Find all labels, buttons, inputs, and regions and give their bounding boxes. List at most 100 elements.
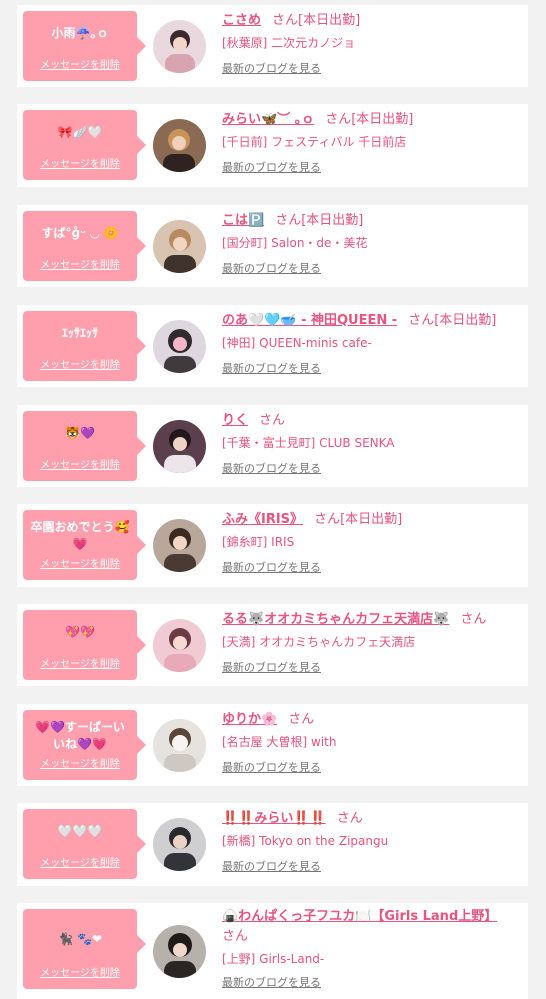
avatar[interactable] <box>153 519 206 572</box>
girl-info: ふみ《IRIS》 さん[本日出勤] [錦糸町] IRIS 最新のブログを見る <box>222 510 522 576</box>
list-item: 🐯💜 メッセージを削除 りく さん [千葉・富士見町] CLUB SENKA 最新… <box>17 405 528 487</box>
avatar[interactable] <box>153 925 206 978</box>
view-blog-link[interactable]: 最新のブログを見る <box>222 461 321 477</box>
girl-info: ゆりか🌸 さん [名古屋 大曽根] with 最新のブログを見る <box>222 710 522 776</box>
delete-message-link[interactable]: メッセージを削除 <box>23 356 137 371</box>
avatar[interactable] <box>153 619 206 672</box>
list-item: 💖💖 メッセージを削除 るる🐺オオカミちゃんカフェ天満店🐺 さん [天満] オオカ… <box>17 604 528 686</box>
message-text: 卒園おめでとう🥰 💗 <box>30 520 130 551</box>
girl-info: るる🐺オオカミちゃんカフェ天満店🐺 さん [天満] オオカミちゃんカフェ天満店 最… <box>222 610 522 676</box>
status-text: さん <box>460 612 487 627</box>
shop-name: [千日前] フェスティバル 千日前店 <box>222 135 407 149</box>
view-blog-link[interactable]: 最新のブログを見る <box>222 760 321 776</box>
avatar[interactable] <box>153 220 206 273</box>
list-item: 小雨☔️｡ｏ メッセージを削除 こさめ さん[本日出勤] [秋葉原] 二次元カノジ… <box>17 5 528 87</box>
name-line: こさめ さん[本日出勤] <box>222 11 522 31</box>
delete-message-link[interactable]: メッセージを削除 <box>23 56 137 71</box>
status-text: さん[本日出勤] <box>275 213 364 228</box>
list-item: すぱ°ɡ̊ᵕ ◡ 🌼 メッセージを削除 こは🅿️ さん[本日出勤] [国分町] S… <box>17 205 528 287</box>
message-text: 💖💖 <box>65 625 95 639</box>
view-blog-link[interactable]: 最新のブログを見る <box>222 160 321 176</box>
message-bubble: 🤍🤍🤍 メッセージを削除 <box>23 809 146 879</box>
shop-name: [上野] Girls-Land- <box>222 952 325 966</box>
view-blog-link[interactable]: 最新のブログを見る <box>222 61 321 77</box>
girl-info: りく さん [千葉・富士見町] CLUB SENKA 最新のブログを見る <box>222 411 522 477</box>
message-bubble: 🐈‍⬛ 🐾❤ メッセージを削除 <box>23 909 146 989</box>
delete-message-link[interactable]: メッセージを削除 <box>23 854 137 869</box>
list-item: 💗💜すーぱーい いね💜💗 メッセージを削除 ゆりか🌸 さん [名古屋 大曽根] w… <box>17 704 528 786</box>
delete-message-link[interactable]: メッセージを削除 <box>23 755 137 770</box>
avatar[interactable] <box>153 719 206 772</box>
girl-name-link[interactable]: 🍙わんぱくっ子フユカ🍽️【Girls Land上野】 <box>222 909 497 924</box>
girl-info: こさめ さん[本日出勤] [秋葉原] 二次元カノジョ 最新のブログを見る <box>222 11 522 77</box>
girl-info: こは🅿️ さん[本日出勤] [国分町] Salon・de・美花 最新のブログを見る <box>222 211 522 277</box>
name-line: ‼️‼️みらい‼️‼️ さん <box>222 809 522 829</box>
message-text: 🎀🪽🤍 <box>57 125 103 139</box>
delete-message-link[interactable]: メッセージを削除 <box>23 555 137 570</box>
girl-name-link[interactable]: るる🐺オオカミちゃんカフェ天満店🐺 <box>222 612 449 627</box>
message-text: 🐈‍⬛ 🐾❤ <box>57 932 103 946</box>
list-item: ｴｯｻｴｯｻ メッセージを削除 のあ🤍🩵🥣 - 神田QUEEN - さん[本日出勤… <box>17 305 528 387</box>
girl-info: みらい🦋︶ ｡ｏ さん[本日出勤] [千日前] フェスティバル 千日前店 最新のブ… <box>222 110 522 176</box>
message-text: 🤍🤍🤍 <box>57 824 103 838</box>
message-text: 🐯💜 <box>65 426 95 440</box>
girl-name-link[interactable]: ‼️‼️みらい‼️‼️ <box>222 811 326 826</box>
message-text: ｴｯｻｴｯｻ <box>61 326 98 340</box>
status-text: さん[本日出勤] <box>272 13 361 28</box>
list-item: 🤍🤍🤍 メッセージを削除 ‼️‼️みらい‼️‼️ さん [新橋] Tokyo on… <box>17 803 528 886</box>
delete-message-link[interactable]: メッセージを削除 <box>23 655 137 670</box>
girl-name-link[interactable]: りく <box>222 413 248 428</box>
status-text: さん[本日出勤] <box>325 112 414 127</box>
name-line: ふみ《IRIS》 さん[本日出勤] <box>222 510 522 530</box>
status-text: さん <box>336 811 363 826</box>
delete-message-link[interactable]: メッセージを削除 <box>23 155 137 170</box>
delete-message-link[interactable]: メッセージを削除 <box>23 964 137 979</box>
view-blog-link[interactable]: 最新のブログを見る <box>222 560 321 576</box>
name-line: ゆりか🌸 さん <box>222 710 522 730</box>
girl-info: のあ🤍🩵🥣 - 神田QUEEN - さん[本日出勤] [神田] QUEEN-min… <box>222 311 522 377</box>
girl-name-link[interactable]: こさめ <box>222 13 261 28</box>
girl-name-link[interactable]: のあ🤍🩵🥣 - 神田QUEEN - <box>222 313 397 328</box>
avatar[interactable] <box>153 818 206 871</box>
girl-name-link[interactable]: みらい🦋︶ ｡ｏ <box>222 112 314 127</box>
status-text: さん <box>288 712 315 727</box>
view-blog-link[interactable]: 最新のブログを見る <box>222 361 321 377</box>
shop-name: [錦糸町] IRIS <box>222 535 295 549</box>
status-text: さん <box>259 413 286 428</box>
name-line: みらい🦋︶ ｡ｏ さん[本日出勤] <box>222 110 522 130</box>
girl-name-link[interactable]: ふみ《IRIS》 <box>222 512 303 527</box>
name-line: のあ🤍🩵🥣 - 神田QUEEN - さん[本日出勤] <box>222 311 522 331</box>
message-bubble: 💗💜すーぱーい いね💜💗 メッセージを削除 <box>23 710 146 780</box>
status-text: さん[本日出勤] <box>408 313 497 328</box>
message-bubble: すぱ°ɡ̊ᵕ ◡ 🌼 メッセージを削除 <box>23 211 146 281</box>
list-item: 卒園おめでとう🥰 💗 メッセージを削除 ふみ《IRIS》 さん[本日出勤] [錦糸… <box>17 504 528 587</box>
message-bubble: 小雨☔️｡ｏ メッセージを削除 <box>23 11 146 81</box>
girl-name-link[interactable]: ゆりか🌸 <box>222 712 277 727</box>
view-blog-link[interactable]: 最新のブログを見る <box>222 660 321 676</box>
girl-info: ‼️‼️みらい‼️‼️ さん [新橋] Tokyo on the Zipangu … <box>222 809 522 875</box>
name-line: こは🅿️ さん[本日出勤] <box>222 211 522 231</box>
message-text: 小雨☔️｡ｏ <box>51 26 109 40</box>
message-bubble: 🐯💜 メッセージを削除 <box>23 411 146 481</box>
avatar[interactable] <box>153 20 206 73</box>
name-line: 🍙わんぱくっ子フユカ🍽️【Girls Land上野】 さん <box>222 907 522 947</box>
shop-name: [国分町] Salon・de・美花 <box>222 236 368 250</box>
view-blog-link[interactable]: 最新のブログを見る <box>222 859 321 875</box>
status-text: さん[本日出勤] <box>314 512 403 527</box>
message-bubble: 卒園おめでとう🥰 💗 メッセージを削除 <box>23 510 146 580</box>
shop-name: [名古屋 大曽根] with <box>222 735 337 749</box>
shop-name: [神田] QUEEN-minis cafe- <box>222 336 372 350</box>
message-bubble: 🎀🪽🤍 メッセージを削除 <box>23 110 146 180</box>
status-text: さん <box>222 929 249 944</box>
delete-message-link[interactable]: メッセージを削除 <box>23 456 137 471</box>
avatar[interactable] <box>153 119 206 172</box>
message-bubble: ｴｯｻｴｯｻ メッセージを削除 <box>23 311 146 381</box>
view-blog-link[interactable]: 最新のブログを見る <box>222 261 321 277</box>
list-item: 🐈‍⬛ 🐾❤ メッセージを削除 🍙わんぱくっ子フユカ🍽️【Girls Land上… <box>17 903 528 999</box>
delete-message-link[interactable]: メッセージを削除 <box>23 256 137 271</box>
avatar[interactable] <box>153 420 206 473</box>
avatar[interactable] <box>153 320 206 373</box>
view-blog-link[interactable]: 最新のブログを見る <box>222 975 321 991</box>
girl-name-link[interactable]: こは🅿️ <box>222 213 264 228</box>
shop-name: [天満] オオカミちゃんカフェ天満店 <box>222 635 416 649</box>
